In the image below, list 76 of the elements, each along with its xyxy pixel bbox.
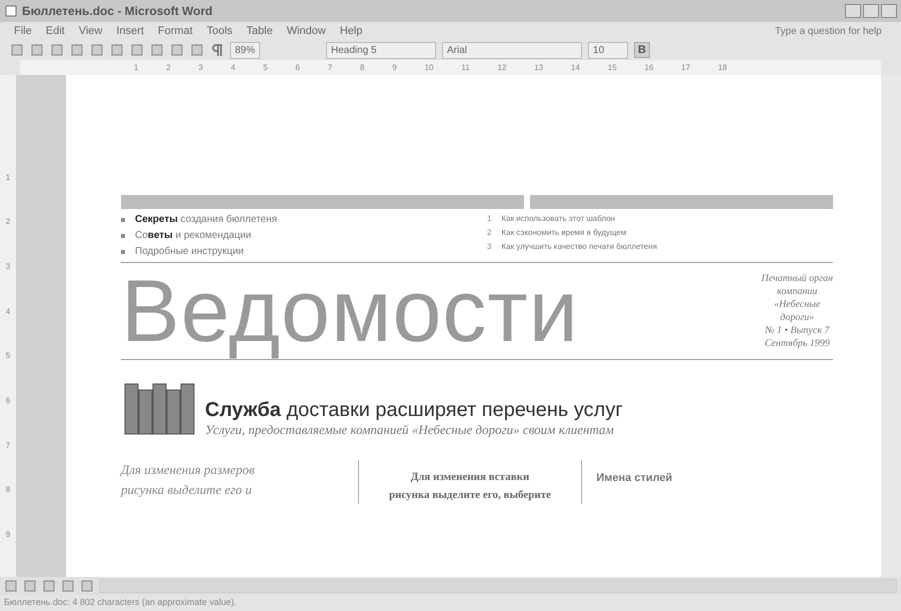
masthead-caption: дороги» bbox=[779, 311, 816, 324]
column-heading: Имена стилей bbox=[596, 472, 672, 484]
column-text: рисунка выделите его и bbox=[121, 481, 253, 500]
menu-item[interactable]: Window bbox=[286, 25, 326, 37]
masthead-caption: компании bbox=[776, 285, 818, 298]
ruler-number: 8 bbox=[360, 63, 364, 72]
menu-item[interactable]: Table bbox=[246, 25, 273, 37]
ruler-number: 2 bbox=[166, 63, 171, 72]
ruler-number: 5 bbox=[6, 351, 10, 360]
list-text: Как улучшить качество печати бюллетеня bbox=[501, 242, 657, 251]
pilcrow-icon[interactable] bbox=[210, 43, 224, 57]
ruler-number: 6 bbox=[6, 396, 10, 406]
ruler-number: 16 bbox=[644, 63, 654, 72]
font-combo[interactable]: Arial bbox=[442, 42, 582, 58]
list-number: 1 bbox=[487, 214, 492, 223]
bullet-text: Подробные инструкции bbox=[135, 246, 244, 257]
maximize-button[interactable] bbox=[863, 4, 879, 18]
menu-item[interactable]: Tools bbox=[206, 25, 232, 37]
column-text: рисунка выделите его, выберите bbox=[388, 488, 552, 504]
bullet-text: Секреты создания бюллетеня bbox=[135, 214, 278, 225]
list-text: Как использовать этот шаблон bbox=[501, 214, 616, 223]
ruler-number: 15 bbox=[608, 63, 617, 72]
size-combo[interactable]: 10 bbox=[588, 42, 628, 58]
ruler-number: 7 bbox=[328, 63, 332, 72]
masthead-caption: Сентябрь 1999 bbox=[764, 337, 831, 350]
ruler-number: 1 bbox=[6, 172, 10, 182]
ruler-number: 9 bbox=[392, 63, 397, 72]
bold-button[interactable]: B bbox=[634, 42, 650, 58]
vertical-scrollbar[interactable] bbox=[881, 75, 901, 577]
list-text: Как сэкономить время в будущем bbox=[501, 228, 626, 237]
bullet-icon bbox=[121, 250, 125, 254]
subheadline: Услуги, предоставляемые компанией «Небесные дороги» своим клиентам bbox=[205, 422, 615, 438]
masthead-caption: «Небесные bbox=[772, 298, 822, 312]
style-combo[interactable]: Heading 5 bbox=[326, 42, 436, 58]
ruler-number: 1 bbox=[134, 63, 138, 72]
ruler-number: 11 bbox=[461, 63, 470, 72]
list-number: 3 bbox=[487, 242, 492, 251]
column-text: Для изменения вставки bbox=[410, 470, 530, 486]
document-icon bbox=[4, 4, 18, 18]
window-title: Бюллетень.doc - Microsoft Word bbox=[22, 4, 212, 18]
minimize-button[interactable] bbox=[845, 4, 861, 18]
ruler-number: 6 bbox=[295, 63, 300, 72]
ruler-number: 13 bbox=[534, 63, 544, 72]
ruler-number: 17 bbox=[681, 63, 690, 72]
masthead-caption: № 1 • Выпуск 7 bbox=[764, 324, 831, 338]
ruler-number: 2 bbox=[6, 217, 10, 226]
bullet-text: Советы и рекомендации bbox=[135, 230, 252, 241]
bullet-icon bbox=[121, 218, 125, 222]
ruler-number: 10 bbox=[424, 63, 434, 72]
zoom-combo[interactable]: 89% bbox=[230, 42, 260, 58]
menu-item[interactable]: File bbox=[14, 25, 32, 37]
ruler-number: 4 bbox=[6, 306, 10, 316]
ruler-number: 14 bbox=[571, 63, 580, 72]
menu-item[interactable]: Help bbox=[340, 25, 362, 37]
menu-item[interactable]: Edit bbox=[46, 25, 65, 37]
status-text: Бюллетень.doc: 4 802 characters (an approximate value). bbox=[4, 597, 236, 607]
bullet-icon bbox=[121, 234, 125, 238]
column-text: Для изменения размеров bbox=[121, 461, 256, 480]
ruler-number: 4 bbox=[230, 63, 236, 72]
ruler-number: 12 bbox=[498, 63, 506, 72]
menu-item[interactable]: Format bbox=[158, 25, 193, 37]
close-button[interactable] bbox=[881, 4, 897, 18]
masthead-caption: Печатный орган bbox=[761, 272, 833, 286]
ruler-number: 3 bbox=[6, 262, 10, 272]
headline: Служба доставки расширяет перечень услуг bbox=[205, 399, 623, 422]
ruler-number: 3 bbox=[198, 63, 203, 72]
menu-item[interactable]: Insert bbox=[116, 25, 144, 37]
ruler-number: 8 bbox=[6, 485, 10, 494]
menu-item[interactable]: View bbox=[78, 25, 102, 37]
masthead-title: Ведомости bbox=[121, 265, 580, 358]
list-number: 2 bbox=[487, 228, 492, 237]
help-search-field[interactable]: Type a question for help bbox=[773, 24, 887, 38]
ruler-number: 9 bbox=[6, 530, 10, 540]
ruler-number: 5 bbox=[263, 63, 268, 72]
ruler-number: 7 bbox=[6, 440, 10, 450]
ruler-number: 18 bbox=[718, 63, 727, 72]
